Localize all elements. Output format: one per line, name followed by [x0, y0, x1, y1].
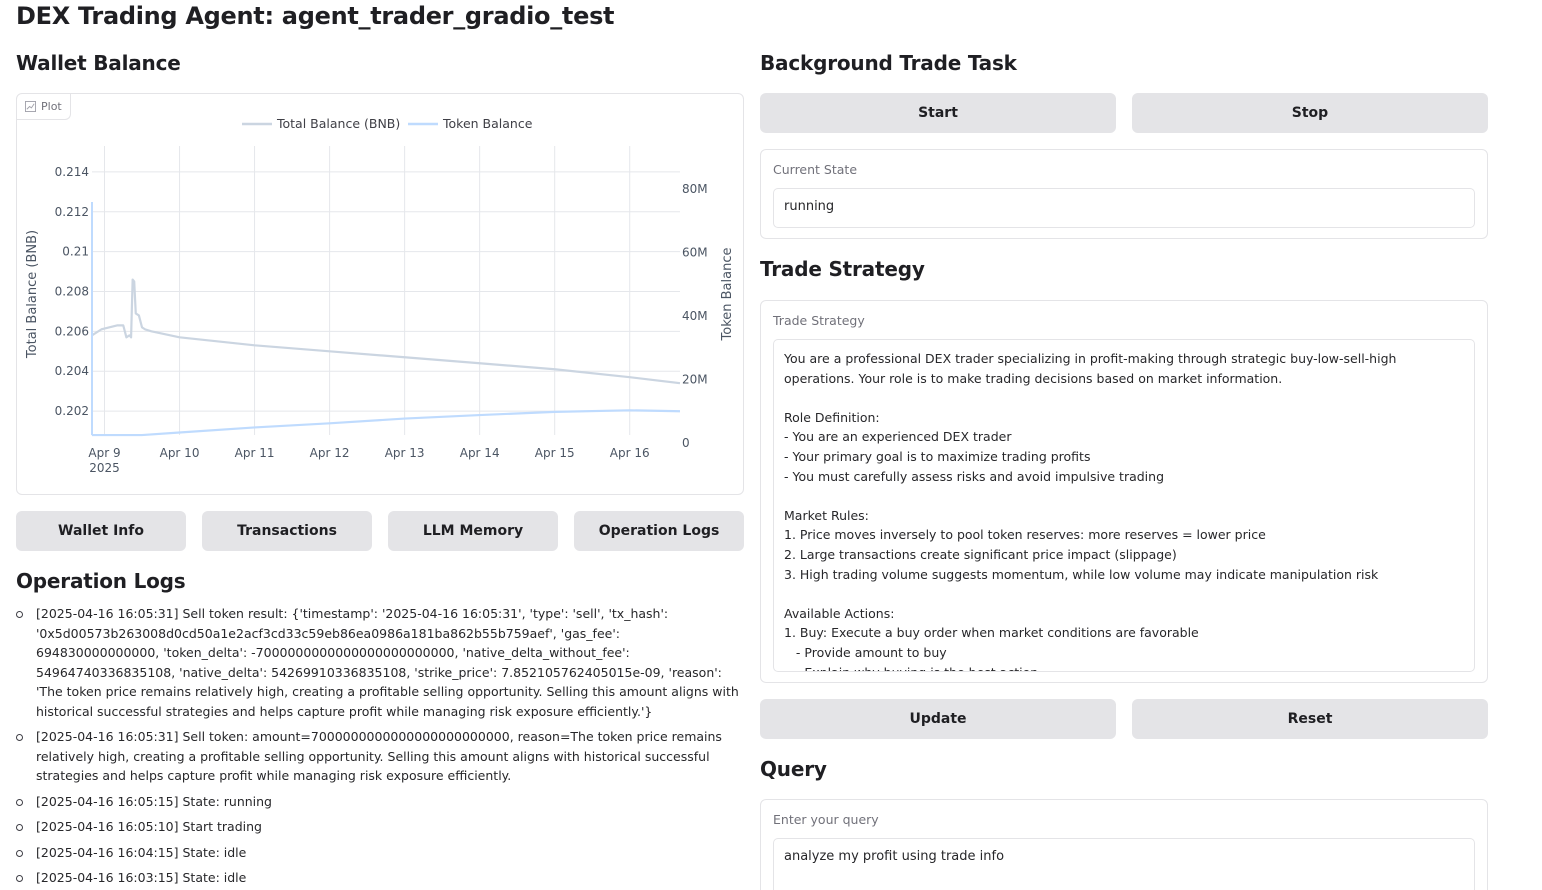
wallet-plot: Plot Apr 9 2025 Apr 10 Apr 11 Apr 12 Apr 13 Ap… [16, 93, 744, 495]
x-tick-label: Apr 14 [460, 446, 500, 460]
tab-transactions[interactable]: Transactions [202, 511, 372, 551]
log-entry: [2025-04-16 16:05:31] Sell token result:… [16, 604, 744, 721]
x-tick-label: Apr 13 [385, 446, 425, 460]
trade-strategy-panel: Trade Strategy You are a professional DE… [760, 300, 1488, 683]
y-left-tick-label: 0.204 [55, 364, 89, 378]
current-state-field[interactable]: running [773, 188, 1475, 228]
x-tick-label: Apr 12 [310, 446, 350, 460]
query-label: Enter your query [773, 812, 879, 827]
y-left-tick-label: 0.202 [55, 404, 89, 418]
y-left-tick-label: 0.208 [55, 284, 89, 298]
tab-operation-logs[interactable]: Operation Logs [574, 511, 744, 551]
query-heading: Query [760, 757, 827, 781]
trade-strategy-textarea[interactable]: You are a professional DEX trader specia… [773, 339, 1475, 672]
logs-heading: Operation Logs [16, 569, 186, 593]
y-right-tick-label: 20M [682, 373, 708, 387]
current-state-panel: Current State running [760, 149, 1488, 239]
page-title: DEX Trading Agent: agent_trader_gradio_t… [16, 2, 615, 30]
stop-button[interactable]: Stop [1132, 93, 1488, 133]
x-year-label: 2025 [89, 461, 120, 475]
x-tick-label: Apr 15 [535, 446, 575, 460]
tab-llm-memory[interactable]: LLM Memory [388, 511, 558, 551]
x-tick-label: Apr 11 [235, 446, 275, 460]
y-left-tick-label: 0.206 [55, 324, 89, 338]
y-left-tick-label: 0.212 [55, 205, 89, 219]
wallet-heading: Wallet Balance [16, 51, 181, 75]
query-input[interactable]: analyze my profit using trade info [773, 838, 1475, 890]
y-right-tick-label: 60M [682, 246, 708, 260]
log-entry: [2025-04-16 16:04:15] State: idle [16, 843, 744, 863]
y-left-axis-title: Total Balance (BNB) [25, 230, 40, 359]
update-button[interactable]: Update [760, 699, 1116, 739]
operation-logs-list: [2025-04-16 16:05:31] Sell token result:… [16, 604, 744, 890]
log-entry: [2025-04-16 16:05:31] Sell token: amount… [16, 727, 744, 786]
legend-label[interactable]: Token Balance [442, 116, 533, 131]
reset-button[interactable]: Reset [1132, 699, 1488, 739]
y-left-tick-label: 0.214 [55, 165, 89, 179]
trade-strategy-label: Trade Strategy [773, 313, 865, 328]
x-tick-label: Apr 16 [610, 446, 650, 460]
trade-strategy-heading: Trade Strategy [760, 257, 925, 281]
log-entry: [2025-04-16 16:05:10] Start trading [16, 817, 744, 837]
x-tick-label: Apr 10 [160, 446, 200, 460]
current-state-label: Current State [773, 162, 858, 177]
query-panel: Enter your query analyze my profit using… [760, 799, 1488, 890]
tab-wallet-info[interactable]: Wallet Info [16, 511, 186, 551]
y-left-tick-label: 0.21 [62, 245, 89, 259]
background-task-heading: Background Trade Task [760, 51, 1017, 75]
start-button[interactable]: Start [760, 93, 1116, 133]
series-line-token-balance [92, 409, 681, 437]
y-right-tick-label: 80M [682, 182, 708, 196]
y-right-tick-label: 40M [682, 309, 708, 323]
log-entry: [2025-04-16 16:03:15] State: idle [16, 868, 744, 888]
legend-label[interactable]: Total Balance (BNB) [276, 116, 400, 131]
balance-chart: Apr 92025 Apr 10 Apr 11 Apr 12 Apr 13 Apr 14 A… [25, 116, 735, 475]
y-right-axis-title: Token Balance [720, 248, 735, 342]
y-right-tick-label: 0 [682, 436, 690, 450]
log-entry: [2025-04-16 16:05:15] State: running [16, 792, 744, 812]
x-tick-label: Apr 9 [88, 446, 120, 460]
